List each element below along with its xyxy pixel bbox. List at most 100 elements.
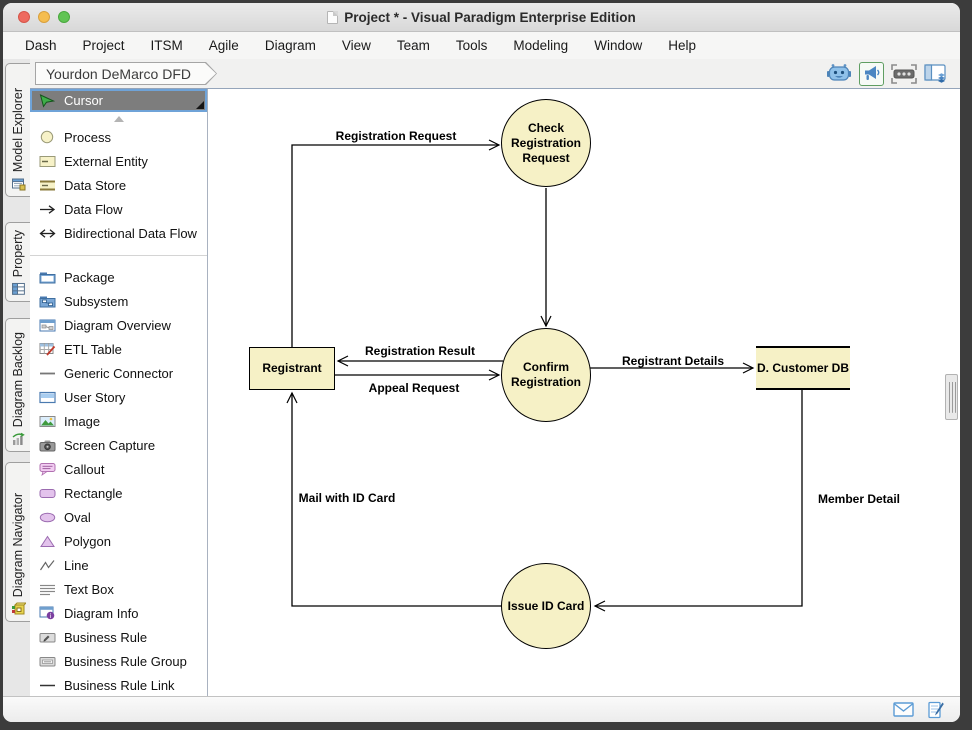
panel-splitter-grip[interactable] [945,374,958,420]
menu-team[interactable]: Team [397,38,430,53]
tab-diagram-navigator[interactable]: Diagram Navigator [5,462,30,622]
menu-tools[interactable]: Tools [456,38,488,53]
process-icon [38,130,56,144]
subsystem-icon [38,295,56,308]
palette-scroll-up[interactable] [30,112,207,125]
palette-item-business-rule-group[interactable]: Business Rule Group [30,649,207,673]
flow-label-registrant-details[interactable]: Registrant Details [622,354,724,368]
menu-help[interactable]: Help [668,38,696,53]
palette-item-text-box[interactable]: Text Box [30,577,207,601]
close-window-button[interactable] [18,11,30,23]
palette-item-generic-connector[interactable]: Generic Connector [30,361,207,385]
menu-modeling[interactable]: Modeling [513,38,568,53]
data-flow-icon [38,203,56,216]
flow-label-member-detail[interactable]: Member Detail [818,492,900,506]
palette-item-bidirectional-data-flow[interactable]: Bidirectional Data Flow [30,221,207,245]
palette-item-diagram-overview[interactable]: Diagram Overview [30,313,207,337]
menu-view[interactable]: View [342,38,371,53]
business-rule-icon [38,631,56,644]
bidirectional-data-flow-icon [38,227,56,240]
palette-item-rectangle[interactable]: Rectangle [30,481,207,505]
line-icon [38,559,56,572]
compose-note-icon[interactable] [928,701,944,719]
image-icon [38,415,56,428]
diagram-info-icon: i [38,606,56,620]
flow-label-mail-with-id-card[interactable]: Mail with ID Card [299,491,396,505]
palette-item-data-flow[interactable]: Data Flow [30,197,207,221]
menu-project[interactable]: Project [83,38,125,53]
process-issue-id-card[interactable]: Issue ID Card [501,563,591,649]
zoom-window-button[interactable] [58,11,70,23]
flow-label-appeal-request[interactable]: Appeal Request [369,381,460,395]
diagram-navigator-icon [11,602,26,616]
flow-label-registration-result[interactable]: Registration Result [365,344,475,358]
generic-connector-icon [38,367,56,380]
tab-diagram-backlog[interactable]: Diagram Backlog [5,318,30,452]
palette-item-subsystem[interactable]: Subsystem [30,289,207,313]
tool-palette: Cursor Process External Entity Dat [30,89,208,696]
rectangle-icon [38,487,56,500]
diagram-canvas[interactable]: Check Registration Request Confirm Regis… [208,89,960,696]
cursor-icon [38,93,56,108]
screen-capture-icon [38,439,56,452]
palette-item-image[interactable]: Image [30,409,207,433]
screen-capture-bar-icon[interactable] [891,64,917,84]
palette-item-process[interactable]: Process [30,125,207,149]
user-story-icon [38,391,56,404]
external-entity-icon [38,155,56,168]
layout-panels-icon[interactable] [924,64,948,84]
business-rule-group-icon [38,655,56,668]
process-confirm-registration[interactable]: Confirm Registration [501,328,591,422]
tab-model-explorer[interactable]: Model Explorer [5,63,30,197]
menu-agile[interactable]: Agile [209,38,239,53]
menu-window[interactable]: Window [594,38,642,53]
cursor-more-corner [196,101,204,109]
palette-item-cursor[interactable]: Cursor [30,89,207,112]
menu-bar: Dash Project ITSM Agile Diagram View Tea… [3,32,960,59]
palette-item-polygon[interactable]: Polygon [30,529,207,553]
data-store-icon [38,179,56,192]
palette-item-oval[interactable]: Oval [30,505,207,529]
polygon-icon [38,535,56,548]
menu-itsm[interactable]: ITSM [151,38,183,53]
diagram-backlog-icon [11,432,26,446]
menu-dash[interactable]: Dash [25,38,57,53]
palette-item-line[interactable]: Line [30,553,207,577]
process-check-registration-request[interactable]: Check Registration Request [501,99,591,187]
window-title: Project * - Visual Paradigm Enterprise E… [344,10,636,25]
side-tab-strip: Model Explorer Property [3,59,30,696]
mail-icon[interactable] [893,702,914,717]
minimize-window-button[interactable] [38,11,50,23]
palette-item-data-store[interactable]: Data Store [30,173,207,197]
palette-item-screen-capture[interactable]: Screen Capture [30,433,207,457]
status-bar [3,696,960,722]
menu-diagram[interactable]: Diagram [265,38,316,53]
property-icon [11,282,26,296]
palette-item-etl-table[interactable]: ETL Table [30,337,207,361]
palette-item-business-rule-link[interactable]: Business Rule Link [30,673,207,696]
palette-item-package[interactable]: Package [30,265,207,289]
palette-item-external-entity[interactable]: External Entity [30,149,207,173]
text-box-icon [38,583,56,596]
data-store-customer-db[interactable]: D. Customer DB [756,346,850,390]
business-rule-link-icon [38,679,56,692]
palette-item-callout[interactable]: Callout [30,457,207,481]
palette-item-user-story[interactable]: User Story [30,385,207,409]
etl-table-icon [38,342,56,356]
breadcrumb[interactable]: Yourdon DeMarco DFD [35,62,217,85]
bot-assistant-icon[interactable] [826,62,852,86]
palette-item-diagram-info[interactable]: i Diagram Info [30,601,207,625]
diagram-toolbar: Yourdon DeMarco DFD [30,59,960,88]
palette-separator [30,245,207,265]
flow-label-registration-request[interactable]: Registration Request [336,129,457,143]
announcement-icon[interactable] [859,62,884,86]
external-entity-registrant[interactable]: Registrant [249,347,335,390]
model-explorer-icon [11,177,26,191]
tab-property[interactable]: Property [5,222,30,302]
document-proxy-icon [327,11,338,24]
palette-item-business-rule[interactable]: Business Rule [30,625,207,649]
callout-icon [38,462,56,476]
oval-icon [38,511,56,524]
app-window: Project * - Visual Paradigm Enterprise E… [3,3,960,722]
title-bar: Project * - Visual Paradigm Enterprise E… [3,3,960,32]
